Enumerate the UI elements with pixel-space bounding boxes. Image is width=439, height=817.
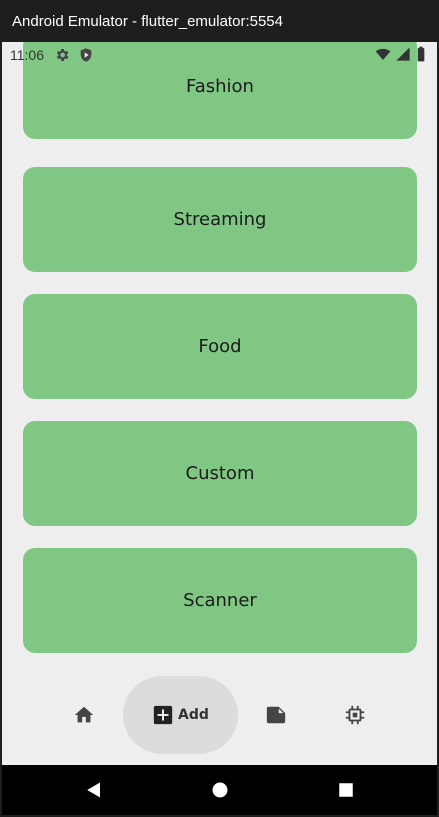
system-home-button[interactable] — [208, 778, 232, 802]
system-back-button[interactable] — [82, 778, 106, 802]
emulator-window: Android Emulator - flutter_emulator:5554… — [0, 0, 439, 817]
label-icon — [266, 706, 286, 724]
battery-icon — [415, 46, 427, 65]
status-bar: 11:06 — [2, 42, 437, 68]
settings-icon — [54, 47, 70, 63]
bottom-navigation-bar: Add — [2, 670, 437, 765]
window-title: Android Emulator - flutter_emulator:5554 — [12, 12, 283, 30]
status-time: 11:06 — [10, 47, 44, 63]
device-screen: 11:06 Fashion Streaming Food Custom Scan… — [2, 42, 437, 765]
nav-add-label: Add — [178, 707, 209, 723]
nav-labels-button[interactable] — [264, 703, 288, 727]
nav-chip-button[interactable] — [343, 703, 367, 727]
category-label: Fashion — [186, 76, 254, 97]
back-icon — [87, 782, 100, 798]
category-label: Food — [198, 336, 242, 357]
category-card-custom[interactable]: Custom — [23, 421, 417, 526]
home-icon — [74, 706, 94, 723]
chip-icon — [345, 705, 365, 725]
category-label: Custom — [185, 463, 255, 484]
category-card-streaming[interactable]: Streaming — [23, 167, 417, 272]
system-navigation-bar — [2, 765, 437, 815]
nav-home-button[interactable] — [72, 703, 96, 727]
status-right-icons — [375, 46, 427, 65]
window-titlebar[interactable]: Android Emulator - flutter_emulator:5554 — [0, 0, 439, 42]
category-label: Streaming — [173, 209, 267, 230]
wifi-icon — [375, 46, 391, 65]
add-box-icon — [153, 705, 173, 725]
category-card-food[interactable]: Food — [23, 294, 417, 399]
shield-icon — [78, 47, 94, 63]
category-card-scanner[interactable]: Scanner — [23, 548, 417, 653]
nav-add-button[interactable]: Add — [123, 676, 238, 754]
recents-icon — [339, 783, 353, 797]
category-label: Scanner — [183, 590, 257, 611]
system-recents-button[interactable] — [334, 778, 358, 802]
signal-icon — [395, 46, 411, 65]
home-circle-icon — [212, 782, 228, 798]
